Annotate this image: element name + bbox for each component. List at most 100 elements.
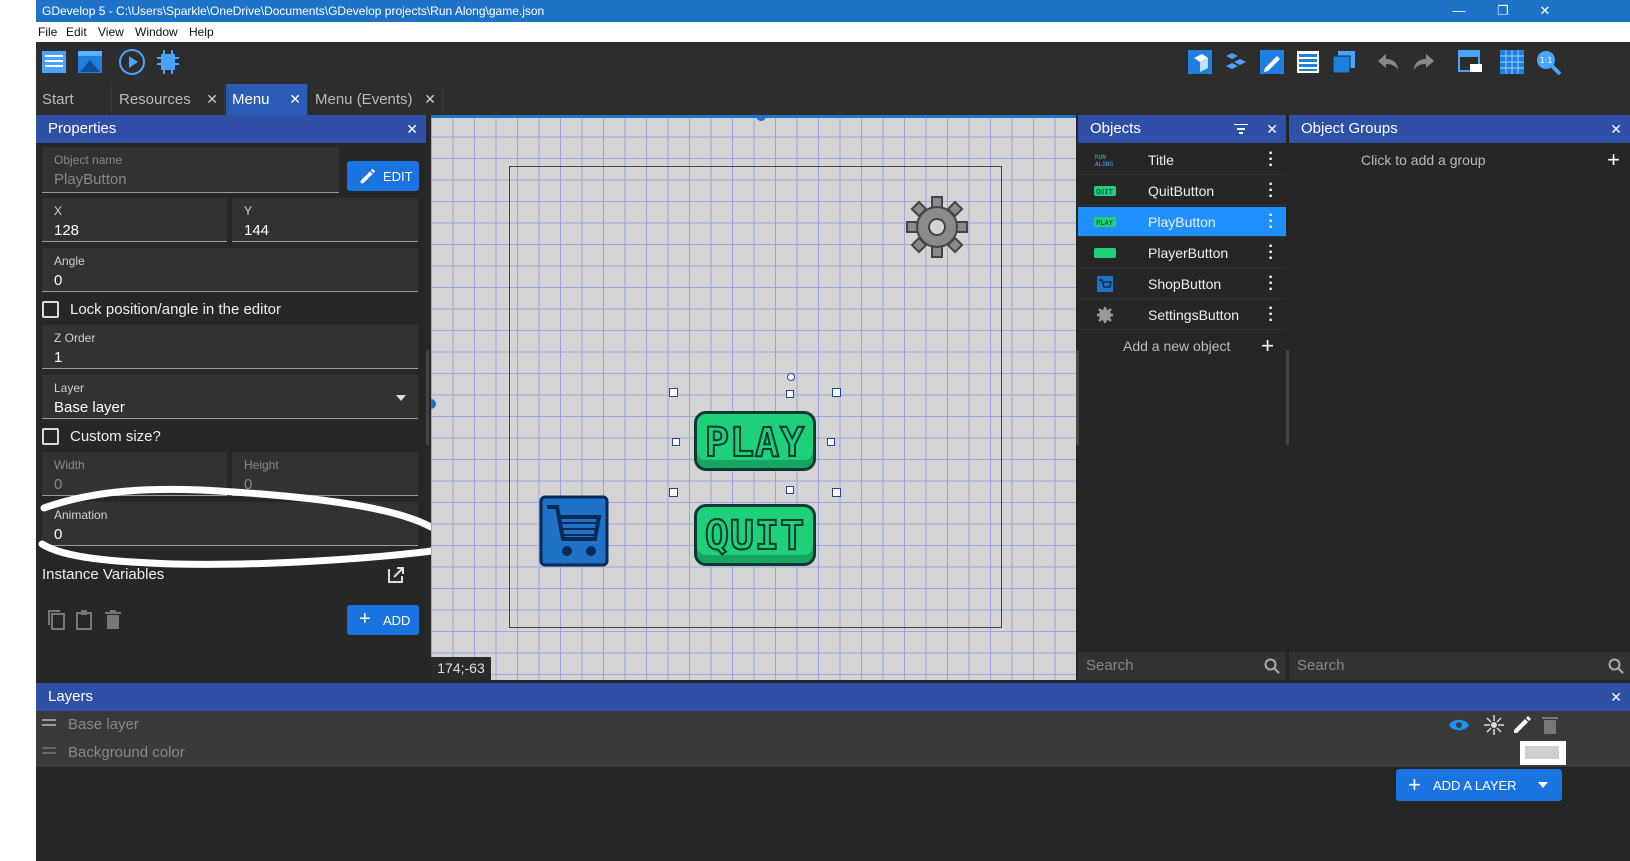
resize-handle-bottom-left[interactable] — [669, 488, 678, 497]
chevron-down-icon[interactable] — [1538, 782, 1548, 788]
menu-view[interactable]: View — [98, 25, 124, 39]
more-options-icon[interactable]: · · · — [1268, 301, 1274, 329]
playerbutton-thumbnail-icon — [1094, 248, 1116, 258]
delete-icon[interactable] — [104, 609, 122, 631]
redo-icon[interactable] — [1410, 48, 1438, 76]
close-icon[interactable]: ✕ — [424, 84, 436, 115]
menu-file[interactable]: File — [38, 25, 57, 39]
scene-editor-canvas[interactable]: PLAY QUIT 174;-63 — [431, 115, 1076, 680]
shop-cart-sprite[interactable] — [539, 495, 609, 567]
menu-window[interactable]: Window — [135, 25, 178, 39]
quit-button-sprite[interactable]: QUIT — [694, 504, 816, 566]
close-icon[interactable]: ✕ — [1610, 683, 1622, 711]
search-icon — [1264, 658, 1280, 674]
x-field[interactable]: X 128 — [42, 198, 227, 242]
scene-icon[interactable] — [76, 48, 104, 76]
scene-resize-handle-left[interactable] — [431, 399, 436, 409]
angle-field[interactable]: Angle 0 — [42, 248, 418, 292]
resize-handle-left[interactable] — [672, 438, 680, 446]
playbutton-thumbnail-icon: PLAY — [1094, 217, 1116, 227]
custom-size-checkbox[interactable] — [42, 428, 59, 445]
search-icon — [1608, 658, 1624, 674]
close-icon[interactable]: ✕ — [206, 84, 218, 115]
object-item-shopbutton[interactable]: ShopButton · · · — [1078, 269, 1286, 299]
objects-scrollbar[interactable] — [1286, 350, 1289, 445]
tab-start-page[interactable]: Start Page — [36, 84, 112, 139]
close-window-button[interactable]: ✕ — [1530, 2, 1560, 20]
drag-handle-icon — [42, 752, 56, 754]
maximize-button[interactable]: ❐ — [1488, 2, 1518, 20]
instances-list-icon[interactable] — [1294, 48, 1322, 76]
edit-object-button[interactable]: EDIT — [347, 161, 419, 191]
title-thumbnail-icon: RUNALONG — [1095, 154, 1113, 168]
filter-icon[interactable] — [1234, 124, 1248, 134]
copy-icon[interactable] — [46, 609, 66, 631]
more-options-icon[interactable]: · · · — [1268, 208, 1274, 236]
edit-pencil-icon[interactable] — [1512, 715, 1532, 735]
properties-panel-icon[interactable] — [1258, 48, 1286, 76]
more-options-icon[interactable]: · · · — [1268, 177, 1274, 205]
hand-drawn-circle-annotation — [38, 485, 453, 568]
resize-handle-top-right[interactable] — [832, 388, 841, 397]
resize-handle-top[interactable] — [786, 390, 794, 398]
resize-handle-bottom-right[interactable] — [832, 488, 841, 497]
objects-panel-icon[interactable] — [1186, 48, 1214, 76]
settings-gear-sprite[interactable] — [905, 195, 969, 259]
menu-help[interactable]: Help — [189, 25, 214, 39]
close-icon[interactable]: ✕ — [1266, 115, 1278, 143]
project-manager-icon[interactable] — [40, 48, 68, 76]
drag-handle-icon[interactable] — [42, 724, 56, 726]
undo-icon[interactable] — [1374, 48, 1402, 76]
menu-edit[interactable]: Edit — [66, 25, 87, 39]
layer-select[interactable]: Layer Base layer — [42, 375, 418, 419]
rotate-handle[interactable] — [787, 373, 795, 381]
shopbutton-thumbnail-icon — [1097, 276, 1113, 292]
layer-row-background-color[interactable]: Background color — [36, 739, 1630, 767]
lock-position-checkbox[interactable] — [42, 301, 59, 318]
layers-panel-icon[interactable] — [1330, 48, 1358, 76]
scene-resize-handle-top[interactable] — [756, 115, 766, 121]
y-field[interactable]: Y 144 — [232, 198, 418, 242]
properties-scrollbar[interactable] — [426, 350, 429, 445]
delete-layer-icon[interactable] — [1542, 715, 1558, 735]
add-layer-button[interactable]: + ADD A LAYER — [1396, 769, 1562, 801]
paste-icon[interactable] — [74, 609, 94, 631]
more-options-icon[interactable]: · · · — [1268, 270, 1274, 298]
layer-row-base[interactable]: Base layer — [36, 711, 1630, 739]
add-new-object-button[interactable]: Add a new object + — [1078, 331, 1286, 361]
groups-search-input[interactable]: Search — [1289, 652, 1630, 680]
more-options-icon[interactable]: · · · — [1268, 239, 1274, 267]
background-color-swatch[interactable] — [1520, 741, 1566, 765]
minimize-button[interactable]: — — [1444, 2, 1474, 20]
close-icon[interactable]: ✕ — [1610, 115, 1622, 143]
add-variable-button[interactable]: + ADD — [347, 605, 419, 635]
zoom-icon[interactable]: 1:1 — [1534, 48, 1562, 76]
close-icon[interactable]: ✕ — [289, 84, 301, 115]
tab-resources[interactable]: Resources ✕ — [113, 84, 225, 115]
visibility-eye-icon[interactable] — [1448, 717, 1470, 733]
object-item-settingsbutton[interactable]: SettingsButton · · · — [1078, 300, 1286, 330]
tab-menu-events[interactable]: Menu (Events) ✕ — [309, 84, 443, 115]
add-group-button[interactable]: Click to add a group + — [1289, 145, 1630, 175]
lighting-icon[interactable] — [1484, 715, 1504, 735]
grid-icon[interactable] — [1498, 48, 1526, 76]
tab-menu[interactable]: Menu ✕ — [226, 84, 308, 115]
object-item-quitbutton[interactable]: QUIT QuitButton · · · — [1078, 176, 1286, 206]
more-options-icon[interactable]: · · · — [1268, 146, 1274, 174]
debug-icon[interactable] — [154, 48, 182, 76]
resize-handle-top-left[interactable] — [669, 388, 678, 397]
preview-play-icon[interactable] — [118, 48, 146, 76]
svg-text:ALONG: ALONG — [1095, 161, 1113, 168]
object-item-playerbutton[interactable]: PlayerButton · · · — [1078, 238, 1286, 268]
close-icon[interactable]: ✕ — [406, 115, 418, 143]
scene-top-edge — [431, 115, 1076, 118]
objects-search-input[interactable]: Search — [1078, 652, 1286, 680]
resize-handle-bottom[interactable] — [786, 486, 794, 494]
groups-panel-icon[interactable] — [1222, 48, 1250, 76]
z-order-field[interactable]: Z Order 1 — [42, 325, 418, 369]
scene-scrollbar-right[interactable] — [1076, 350, 1079, 445]
resize-handle-right[interactable] — [827, 438, 835, 446]
object-item-title[interactable]: RUN ALONG Title · · · — [1078, 145, 1286, 175]
window-mask-icon[interactable] — [1456, 48, 1484, 76]
object-item-playbutton[interactable]: PLAY PlayButton · · · — [1078, 207, 1286, 237]
